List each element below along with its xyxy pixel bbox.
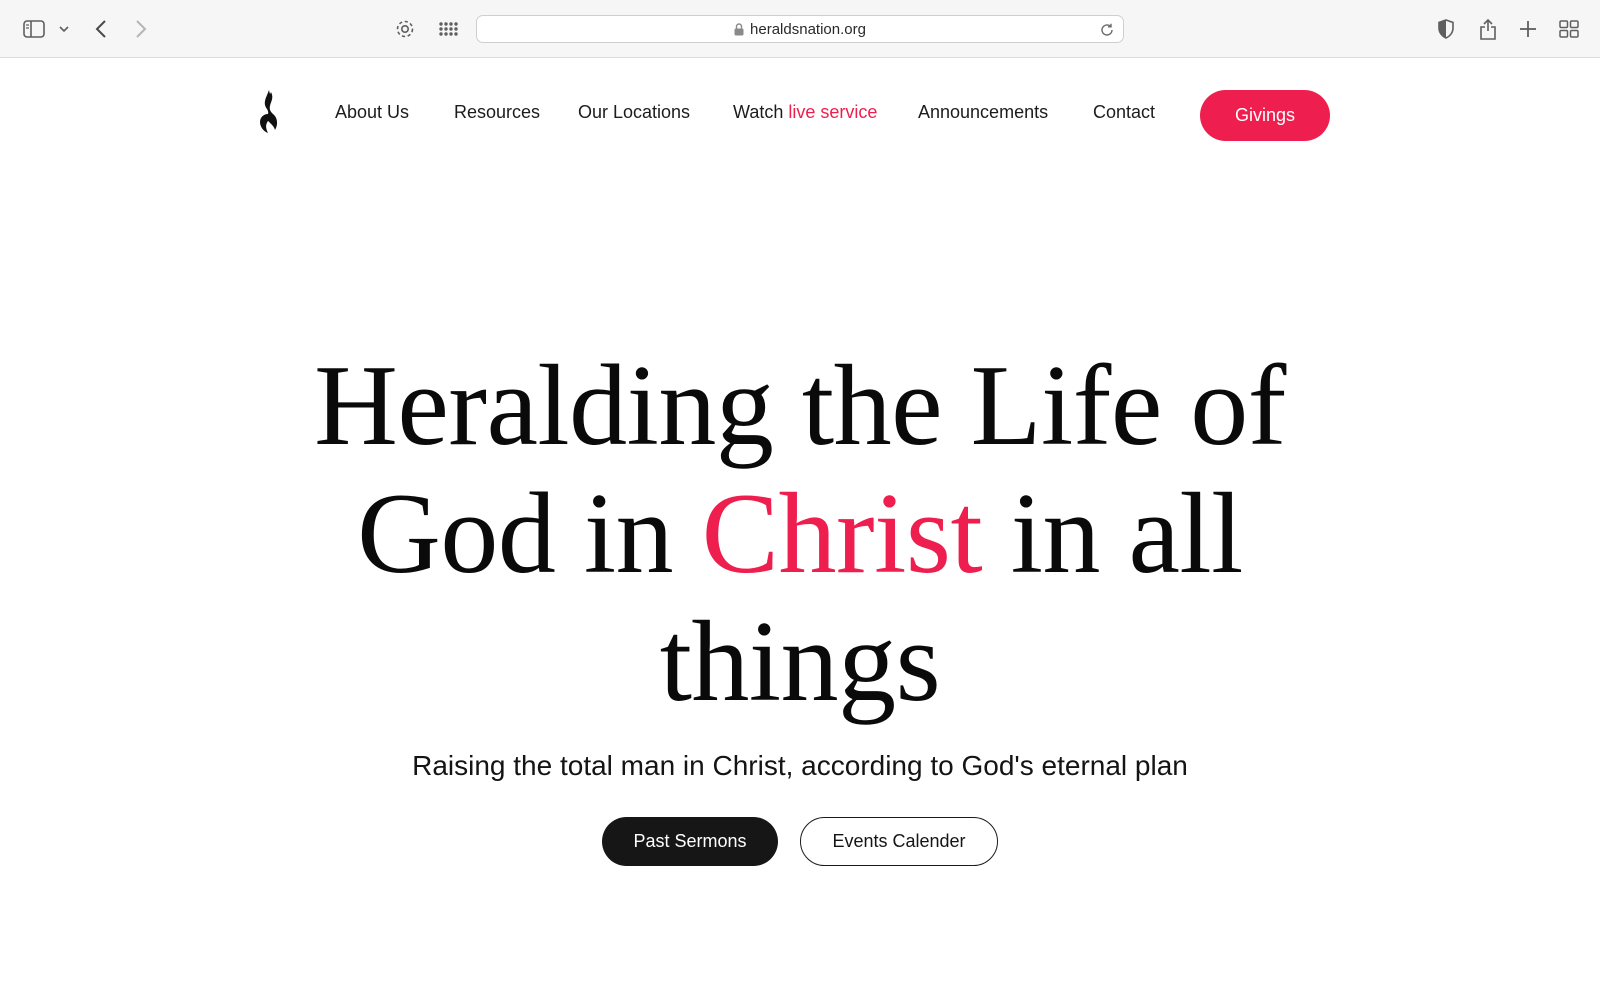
nav-resources[interactable]: Resources xyxy=(454,102,540,123)
forward-icon[interactable] xyxy=(126,14,156,44)
gear-icon[interactable] xyxy=(390,14,420,44)
hero-heading-accent-word: Christ xyxy=(701,470,983,598)
reload-icon[interactable] xyxy=(1097,20,1117,40)
grid-icon[interactable] xyxy=(434,14,464,44)
lock-icon xyxy=(734,22,744,36)
site-navigation: About Us Resources Our Locations Watch l… xyxy=(0,58,1600,174)
events-calender-button[interactable]: Events Calender xyxy=(800,817,998,866)
sidebar-icon[interactable] xyxy=(19,14,49,44)
nav-contact[interactable]: Contact xyxy=(1093,102,1155,123)
hero-heading-line-1: Heralding the Life of xyxy=(314,342,1286,470)
shield-icon[interactable] xyxy=(1431,14,1461,44)
nav-our-locations[interactable]: Our Locations xyxy=(578,102,690,123)
browser-toolbar: heraldsnation.org xyxy=(0,0,1600,58)
hero-heading-line-3: things xyxy=(659,598,941,726)
past-sermons-button[interactable]: Past Sermons xyxy=(602,817,778,866)
plus-icon[interactable] xyxy=(1513,14,1543,44)
share-icon[interactable] xyxy=(1473,14,1503,44)
flame-logo[interactable] xyxy=(256,90,282,134)
hero-subtitle: Raising the total man in Christ, accordi… xyxy=(412,750,1188,781)
hero-heading-line-2: God in Christ in all xyxy=(250,470,1350,598)
chevron-down-icon[interactable] xyxy=(49,14,79,44)
hero-heading-line-2-post: in all xyxy=(982,470,1244,598)
back-icon[interactable] xyxy=(86,14,116,44)
hero-heading-line-2-pre: God in xyxy=(357,470,702,598)
address-bar[interactable]: heraldsnation.org xyxy=(476,15,1124,43)
nav-watch-label: Watch xyxy=(733,102,784,122)
nav-watch-live-service[interactable]: Watch live service xyxy=(733,102,877,123)
tabs-overview-icon[interactable] xyxy=(1554,14,1584,44)
hero-heading: Heralding the Life of God in Christ in a… xyxy=(250,342,1350,726)
url-text: heraldsnation.org xyxy=(750,20,866,38)
givings-button[interactable]: Givings xyxy=(1200,90,1330,141)
nav-about-us[interactable]: About Us xyxy=(335,102,409,123)
nav-announcements[interactable]: Announcements xyxy=(918,102,1048,123)
nav-live-service-label: live service xyxy=(788,102,878,122)
